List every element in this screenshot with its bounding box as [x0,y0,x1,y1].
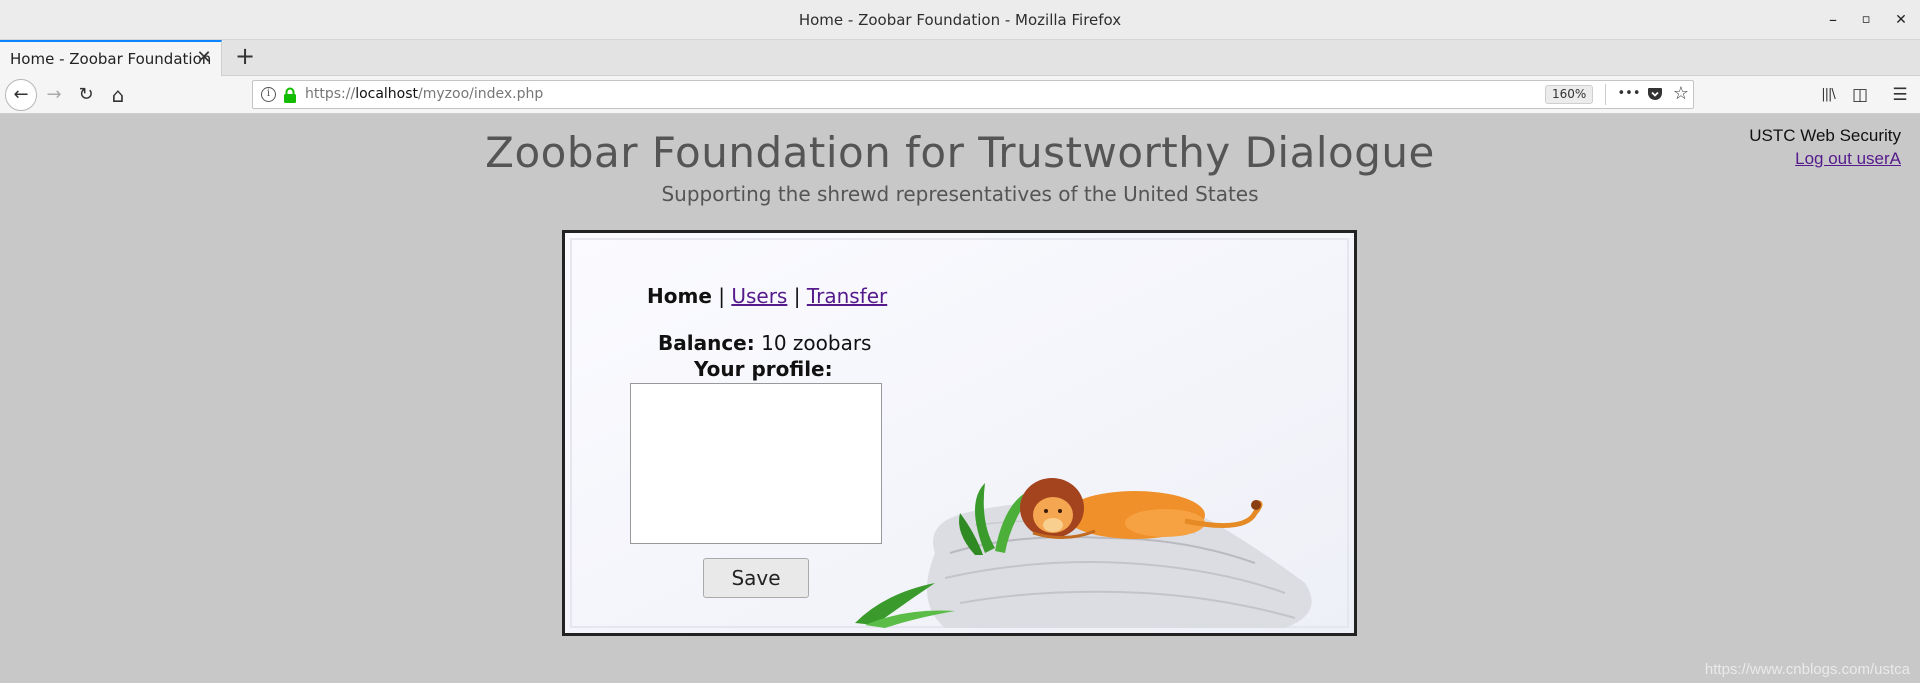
balance-value: 10 zoobars [761,331,872,355]
window-titlebar: Home - Zoobar Foundation - Mozilla Firef… [0,0,1920,40]
home-button[interactable]: ⌂ [104,81,132,109]
watermark: https://www.cnblogs.com/ustca [1704,661,1910,678]
new-tab-button[interactable]: + [230,42,260,70]
nav-users-link[interactable]: Users [731,284,787,308]
save-button[interactable]: Save [703,558,809,598]
url-path: /myzoo/index.php [418,86,544,102]
balance: Balance: 10 zoobars [658,331,871,355]
nav-home: Home [647,284,712,308]
bookmark-star-icon[interactable]: ☆ [1669,83,1693,104]
url-host: localhost [355,86,419,102]
zoom-indicator[interactable]: 160% [1545,85,1594,104]
sidebar-icon[interactable]: ◫ [1846,81,1874,109]
site-subtitle: Supporting the shrewd representatives of… [661,182,1259,206]
window-title: Home - Zoobar Foundation - Mozilla Firef… [798,11,1122,29]
profile-label: Your profile: [694,357,833,381]
url-bar[interactable]: i https://localhost/myzoo/index.php 160%… [252,80,1694,109]
pocket-icon[interactable] [1643,84,1667,106]
site-nav: Home | Users | Transfer [647,284,887,308]
nav-separator: | [787,284,807,308]
url-scheme: https:// [305,86,356,102]
navigation-bar: ← → ↻ ⌂ i https://localhost/myzoo/index.… [0,76,1920,114]
tab-strip: Home - Zoobar Foundation ✕ + [0,40,1920,76]
reload-button[interactable]: ↻ [72,81,100,109]
close-window-button[interactable]: ✕ [1890,9,1912,31]
back-button[interactable]: ← [5,79,37,111]
balance-label: Balance: [658,331,755,355]
nav-transfer-link[interactable]: Transfer [807,284,887,308]
url-text[interactable]: https://localhost/myzoo/index.php [305,86,543,102]
page-content: USTC Web Security Log out userA Zoobar F… [0,114,1920,683]
urlbar-separator [1605,84,1606,105]
profile-textarea[interactable] [630,383,882,544]
lock-icon [283,87,297,103]
site-title: Zoobar Foundation for Trustworthy Dialog… [485,128,1435,177]
maximize-button[interactable]: ▫ [1855,9,1877,31]
main-panel: Home | Users | Transfer Balance: 10 zoob… [562,230,1357,636]
nav-separator: | [711,284,732,308]
tab-close-icon[interactable]: ✕ [193,47,215,68]
info-icon[interactable]: i [261,87,276,102]
tab-home[interactable]: Home - Zoobar Foundation ✕ [0,40,222,76]
menu-icon[interactable]: ☰ [1886,81,1914,109]
page-actions-icon[interactable]: ••• [1617,86,1641,101]
library-icon[interactable]: |||\ [1814,81,1842,109]
forward-button[interactable]: → [40,81,68,109]
tab-title: Home - Zoobar Foundation [10,50,212,68]
minimize-button[interactable]: – [1822,9,1844,31]
